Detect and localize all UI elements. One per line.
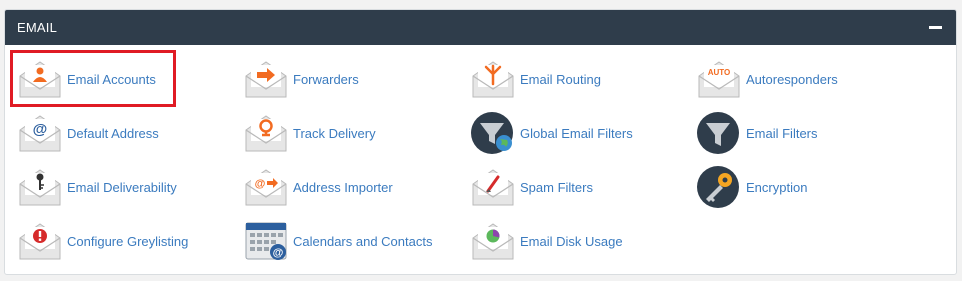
item-label[interactable]: Default Address (67, 126, 159, 141)
email-accounts-icon (17, 57, 63, 101)
item-label[interactable]: Forwarders (293, 72, 359, 87)
track-delivery-icon (243, 111, 289, 155)
encryption-link[interactable]: Encryption (696, 165, 807, 209)
default-address-icon: @ (17, 111, 63, 155)
item-label[interactable]: Email Disk Usage (520, 234, 623, 249)
calendars-contacts-link[interactable]: @ Calendars and Contacts (243, 219, 432, 263)
item-label[interactable]: Address Importer (293, 180, 393, 195)
svg-text:@: @ (33, 121, 48, 138)
svg-text:@: @ (273, 247, 284, 259)
email-disk-usage-icon (470, 219, 516, 263)
address-importer-icon: @ (243, 165, 289, 209)
item-label[interactable]: Email Filters (746, 126, 818, 141)
email-filters-icon (696, 111, 742, 155)
email-panel: EMAIL Email Accounts Forwarders Email Ro… (4, 9, 957, 275)
email-deliverability-link[interactable]: Email Deliverability (17, 165, 177, 209)
svg-text:@: @ (255, 178, 266, 190)
global-email-filters-link[interactable]: Global Email Filters (470, 111, 633, 155)
email-tools-grid: Email Accounts Forwarders Email Routing … (5, 45, 956, 274)
item-label[interactable]: Track Delivery (293, 126, 376, 141)
global-email-filters-icon (470, 111, 516, 155)
panel-title: EMAIL (17, 20, 58, 35)
encryption-icon (696, 165, 742, 209)
item-label[interactable]: Spam Filters (520, 180, 593, 195)
email-disk-usage-link[interactable]: Email Disk Usage (470, 219, 623, 263)
forwarders-icon (243, 57, 289, 101)
item-label[interactable]: Email Deliverability (67, 180, 177, 195)
auto-text: AUTO (708, 68, 731, 77)
autoresponders-icon: AUTO (696, 57, 742, 101)
track-delivery-link[interactable]: Track Delivery (243, 111, 376, 155)
configure-greylisting-icon (17, 219, 63, 263)
spam-filters-link[interactable]: Spam Filters (470, 165, 593, 209)
email-deliverability-icon (17, 165, 63, 209)
configure-greylisting-link[interactable]: Configure Greylisting (17, 219, 188, 263)
email-accounts-link[interactable]: Email Accounts (17, 57, 156, 101)
collapse-icon[interactable] (929, 26, 942, 29)
item-label[interactable]: Autoresponders (746, 72, 838, 87)
item-label[interactable]: Encryption (746, 180, 807, 195)
autoresponders-link[interactable]: AUTO Autoresponders (696, 57, 838, 101)
item-label[interactable]: Configure Greylisting (67, 234, 188, 249)
item-label[interactable]: Calendars and Contacts (293, 234, 432, 249)
panel-header[interactable]: EMAIL (5, 10, 956, 45)
item-label[interactable]: Email Accounts (67, 72, 156, 87)
email-filters-link[interactable]: Email Filters (696, 111, 818, 155)
item-label[interactable]: Global Email Filters (520, 126, 633, 141)
default-address-link[interactable]: @ Default Address (17, 111, 159, 155)
item-label[interactable]: Email Routing (520, 72, 601, 87)
email-routing-link[interactable]: Email Routing (470, 57, 601, 101)
email-routing-icon (470, 57, 516, 101)
spam-filters-icon (470, 165, 516, 209)
forwarders-link[interactable]: Forwarders (243, 57, 359, 101)
calendars-contacts-icon: @ (243, 219, 289, 263)
address-importer-link[interactable]: @ Address Importer (243, 165, 393, 209)
